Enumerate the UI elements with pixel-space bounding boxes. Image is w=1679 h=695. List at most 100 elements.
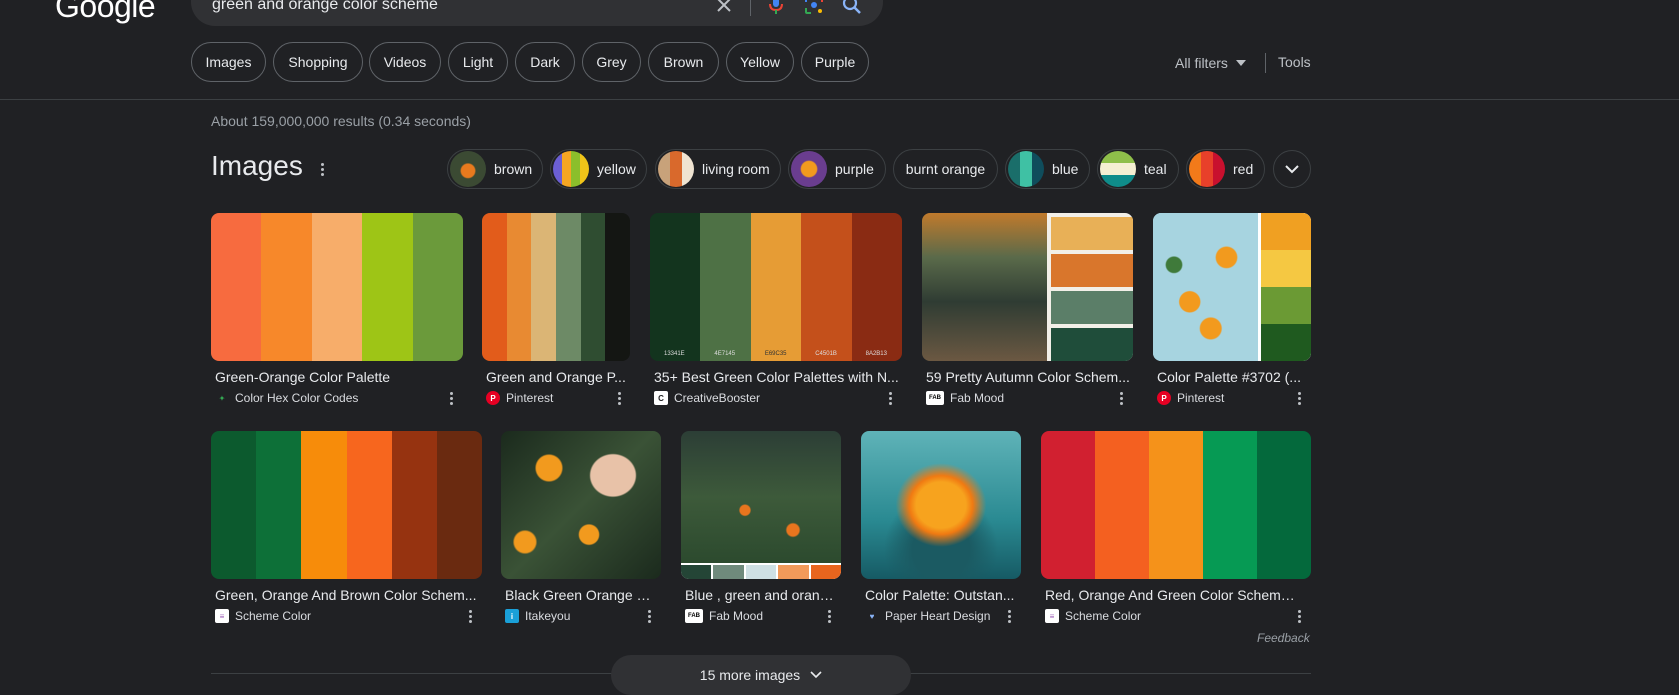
chip-shopping[interactable]: Shopping xyxy=(273,42,363,82)
refine-thumbnail xyxy=(1008,151,1044,187)
all-filters-label: All filters xyxy=(1175,55,1228,71)
images-more-options-icon[interactable] xyxy=(316,159,328,179)
fabmood-favicon: FAB xyxy=(926,391,944,405)
image-result-source[interactable]: FAB Fab Mood xyxy=(685,609,763,623)
result-more-options-icon[interactable] xyxy=(613,391,625,405)
expand-refinements-button[interactable] xyxy=(1273,150,1311,188)
result-stats: About 159,000,000 results (0.34 seconds) xyxy=(211,113,471,129)
image-result-title[interactable]: Blue , green and orang... xyxy=(685,587,835,603)
source-label: Color Hex Color Codes xyxy=(235,391,359,405)
refine-thumbnail xyxy=(791,151,827,187)
image-result-source[interactable]: ♥ Paper Heart Design xyxy=(865,609,990,623)
image-result-title[interactable]: Red, Orange And Green Color Scheme ... xyxy=(1045,587,1300,603)
image-result-source[interactable]: i Itakeyou xyxy=(505,609,570,623)
hex-code-label: 8A2B13 xyxy=(865,351,887,357)
refine-label: blue xyxy=(1052,161,1079,177)
image-result-title[interactable]: 35+ Best Green Color Palettes with N... xyxy=(654,369,899,385)
image-result-10[interactable] xyxy=(1041,431,1311,579)
chip-dark[interactable]: Dark xyxy=(515,42,575,82)
image-result-source[interactable]: FAB Fab Mood xyxy=(926,391,1004,405)
google-logo[interactable]: Google xyxy=(55,0,156,25)
image-result-7[interactable] xyxy=(501,431,661,579)
result-more-options-icon[interactable] xyxy=(823,609,835,623)
filters-divider xyxy=(1265,53,1266,73)
image-result-8[interactable] xyxy=(681,431,841,579)
refine-chip-burnt-orange[interactable]: burnt orange xyxy=(893,149,998,189)
chip-light[interactable]: Light xyxy=(448,42,508,82)
images-section-title: Images xyxy=(211,150,303,181)
hex-code-label: 13341E xyxy=(664,351,685,357)
image-result-title[interactable]: Green, Orange And Brown Color Schem... xyxy=(215,587,477,603)
chevron-down-icon xyxy=(1285,165,1299,174)
image-result-2[interactable] xyxy=(482,213,630,361)
image-result-source[interactable]: ≡ Scheme Color xyxy=(215,609,311,623)
result-more-options-icon[interactable] xyxy=(1293,391,1305,405)
image-result-source[interactable]: P Pinterest xyxy=(1157,391,1224,405)
fabmood-favicon: FAB xyxy=(685,609,703,623)
creativebooster-favicon: C xyxy=(654,391,668,405)
chip-videos[interactable]: Videos xyxy=(369,42,441,82)
refine-thumbnail xyxy=(658,151,694,187)
more-images-button[interactable]: 15 more images xyxy=(611,655,911,695)
image-result-source[interactable]: ✦ Color Hex Color Codes xyxy=(215,391,358,405)
feedback-link[interactable]: Feedback xyxy=(1257,631,1310,645)
schemecolor-favicon: ≡ xyxy=(1045,609,1059,623)
hex-code-label: 4E7145 xyxy=(714,351,736,357)
refine-chip-red[interactable]: red xyxy=(1186,149,1265,189)
refine-thumbnail xyxy=(1189,151,1225,187)
image-result-title[interactable]: 59 Pretty Autumn Color Schem... xyxy=(926,369,1131,385)
result-more-options-icon[interactable] xyxy=(464,609,476,623)
image-result-title[interactable]: Green and Orange P... xyxy=(486,369,626,385)
image-result-source[interactable]: P Pinterest xyxy=(486,391,553,405)
image-result-4[interactable] xyxy=(922,213,1133,361)
source-label: Scheme Color xyxy=(1065,609,1142,623)
refine-thumbnail xyxy=(1100,151,1136,187)
chip-images[interactable]: Images xyxy=(191,42,266,82)
refine-label: living room xyxy=(702,161,770,177)
source-label: Pinterest xyxy=(1177,391,1225,405)
refine-thumbnail xyxy=(553,151,589,187)
refine-chip-blue[interactable]: blue xyxy=(1005,149,1090,189)
colorhex-favicon: ✦ xyxy=(215,391,229,405)
image-result-title[interactable]: Green-Orange Color Palette xyxy=(215,369,455,385)
pinterest-icon: P xyxy=(486,391,500,405)
lens-icon[interactable] xyxy=(803,0,825,16)
image-result-title[interactable]: Black Green Orange a... xyxy=(505,587,655,603)
heart-icon: ♥ xyxy=(865,609,879,623)
search-icon[interactable] xyxy=(841,0,863,16)
clear-search-icon[interactable] xyxy=(713,0,735,16)
image-result-3[interactable]: 13341E 4E7145 E69C35 C4501B 8A2B13 xyxy=(650,213,902,361)
image-result-5[interactable] xyxy=(1153,213,1311,361)
source-label: Paper Heart Design xyxy=(885,609,991,623)
search-input[interactable]: green and orange color scheme xyxy=(212,0,438,14)
hex-code-label: E69C35 xyxy=(764,351,787,357)
chip-purple[interactable]: Purple xyxy=(801,42,869,82)
refine-chip-yellow[interactable]: yellow xyxy=(550,149,647,189)
refine-chip-purple[interactable]: purple xyxy=(788,149,886,189)
image-result-source[interactable]: ≡ Scheme Color xyxy=(1045,609,1141,623)
refine-chip-brown[interactable]: brown xyxy=(447,149,543,189)
all-filters-button[interactable]: All filters xyxy=(1175,55,1246,71)
image-result-source[interactable]: C CreativeBooster xyxy=(654,391,760,405)
refine-chip-teal[interactable]: teal xyxy=(1097,149,1179,189)
result-more-options-icon[interactable] xyxy=(445,391,457,405)
result-more-options-icon[interactable] xyxy=(643,609,655,623)
result-more-options-icon[interactable] xyxy=(1115,391,1127,405)
result-more-options-icon[interactable] xyxy=(884,391,896,405)
chip-brown[interactable]: Brown xyxy=(648,42,719,82)
chip-grey[interactable]: Grey xyxy=(582,42,641,82)
image-result-title[interactable]: Color Palette #3702 (... xyxy=(1157,369,1302,385)
refine-label: purple xyxy=(835,161,874,177)
microphone-icon[interactable] xyxy=(765,0,787,16)
refine-label: brown xyxy=(494,161,533,177)
result-more-options-icon[interactable] xyxy=(1293,609,1305,623)
image-result-title[interactable]: Color Palette: Outstan... xyxy=(865,587,1015,603)
refine-chip-living-room[interactable]: living room xyxy=(655,149,781,189)
tools-button[interactable]: Tools xyxy=(1278,54,1311,70)
image-result-9[interactable] xyxy=(861,431,1021,579)
chip-yellow[interactable]: Yellow xyxy=(726,42,794,82)
source-label: Pinterest xyxy=(506,391,554,405)
image-result-1[interactable] xyxy=(211,213,463,361)
image-result-6[interactable] xyxy=(211,431,482,579)
result-more-options-icon[interactable] xyxy=(1003,609,1015,623)
